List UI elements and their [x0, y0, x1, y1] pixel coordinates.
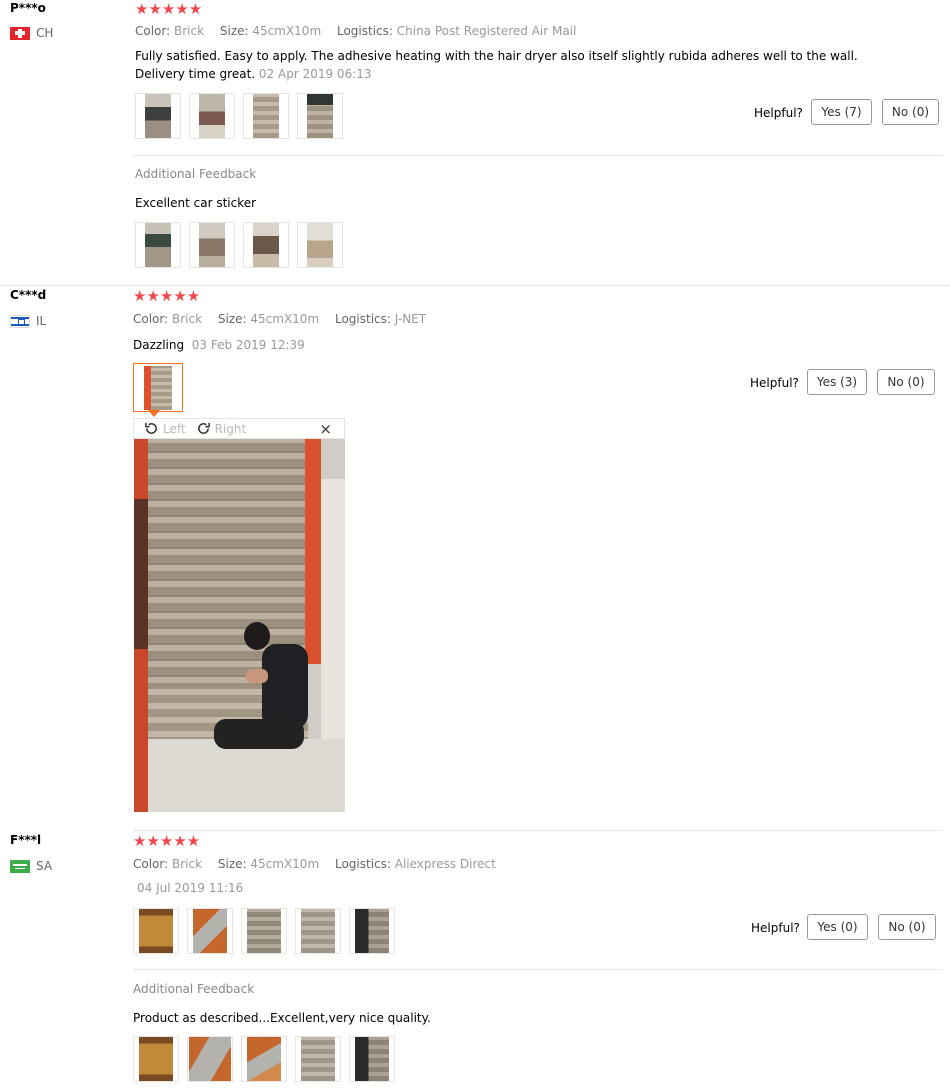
order-attributes: Color: Brick Size: 45cmX10m Logistics: J… [133, 312, 427, 326]
country-code: IL [36, 314, 47, 328]
review-photo-thumbnail[interactable] [189, 222, 235, 268]
photo-viewer-toolbar: Left Right × [133, 418, 345, 439]
rotate-left-button[interactable]: Left [144, 421, 186, 436]
review-photo-thumbnail[interactable] [133, 908, 179, 954]
helpful-yes-button[interactable]: Yes (0) [807, 914, 868, 940]
helpful-yes-button[interactable]: Yes (3) [807, 369, 867, 395]
country-code: SA [36, 859, 53, 873]
review-photo-thumbnail[interactable] [241, 1036, 287, 1082]
reviewer-name: F***l [10, 833, 42, 847]
reviewer-country: IL [10, 314, 46, 328]
review-text: Fully satisfied. Easy to apply. The adhe… [135, 49, 858, 81]
review-photo-thumbnail[interactable] [297, 222, 343, 268]
review-photo-thumbnail[interactable] [295, 1036, 341, 1082]
additional-feedback-title: Additional Feedback [135, 167, 257, 181]
review-text: Dazzling 03 Feb 2019 12:39 [133, 338, 305, 352]
rotate-right-icon [197, 422, 210, 434]
review-photo-thumbnail[interactable] [135, 222, 181, 268]
divider [133, 969, 943, 970]
star-rating: ★★★★★ [133, 832, 201, 850]
review-photo-thumbnail[interactable] [187, 1036, 233, 1082]
helpful-no-button[interactable]: No (0) [877, 369, 935, 395]
review-photo-thumbnail[interactable] [189, 93, 235, 139]
reviewer-country: SA [10, 859, 52, 873]
reviewer-name: P***o [10, 1, 46, 15]
review-photo-thumbnail-selected[interactable] [133, 363, 183, 412]
reviewer-name: C***d [10, 288, 47, 302]
helpful-no-button[interactable]: No (0) [882, 99, 939, 125]
star-rating: ★★★★★ [135, 0, 203, 18]
review-photo-thumbnail[interactable] [241, 908, 287, 954]
review-photo-large [134, 439, 345, 812]
review-photo-thumbnail[interactable] [187, 908, 233, 954]
review-separator [0, 285, 950, 286]
rotate-left-icon [145, 422, 157, 434]
review-photo-thumbnail[interactable] [135, 93, 181, 139]
country-code: CH [36, 26, 54, 40]
rotate-right-button[interactable]: Right [196, 421, 246, 436]
star-rating: ★★★★★ [133, 287, 201, 305]
additional-feedback-text: Excellent car sticker [135, 196, 257, 210]
flag-icon [10, 314, 30, 328]
divider [133, 155, 943, 156]
selected-pointer [148, 410, 160, 417]
review-photo-thumbnail[interactable] [133, 1036, 179, 1082]
order-attributes: Color: Brick Size: 45cmX10m Logistics: C… [135, 24, 577, 38]
review-photo-thumbnail[interactable] [349, 908, 395, 954]
helpful-label: Helpful? [750, 376, 799, 390]
reviewer-country: CH [10, 26, 53, 40]
order-attributes: Color: Brick Size: 45cmX10m Logistics: A… [133, 857, 496, 871]
additional-feedback-text: Product as described...Excellent,very ni… [133, 1011, 431, 1025]
helpful-yes-button[interactable]: Yes (7) [811, 99, 872, 125]
review-photo-thumbnail[interactable] [295, 908, 341, 954]
review-photo-thumbnail[interactable] [297, 93, 343, 139]
review-date: 04 Jul 2019 11:16 [137, 881, 244, 895]
additional-feedback-title: Additional Feedback [133, 982, 255, 996]
flag-icon [10, 26, 30, 40]
review-date: 03 Feb 2019 12:39 [191, 338, 305, 352]
helpful-no-button[interactable]: No (0) [878, 914, 936, 940]
review-separator [133, 830, 943, 831]
review-date: 02 Apr 2019 06:13 [258, 67, 372, 81]
helpful-label: Helpful? [751, 921, 800, 935]
review-photo-thumbnail[interactable] [243, 222, 289, 268]
close-viewer-button[interactable]: × [319, 420, 332, 438]
helpful-label: Helpful? [754, 106, 803, 120]
review-photo-thumbnail[interactable] [243, 93, 289, 139]
flag-icon [10, 859, 30, 873]
review-photo-thumbnail[interactable] [349, 1036, 395, 1082]
